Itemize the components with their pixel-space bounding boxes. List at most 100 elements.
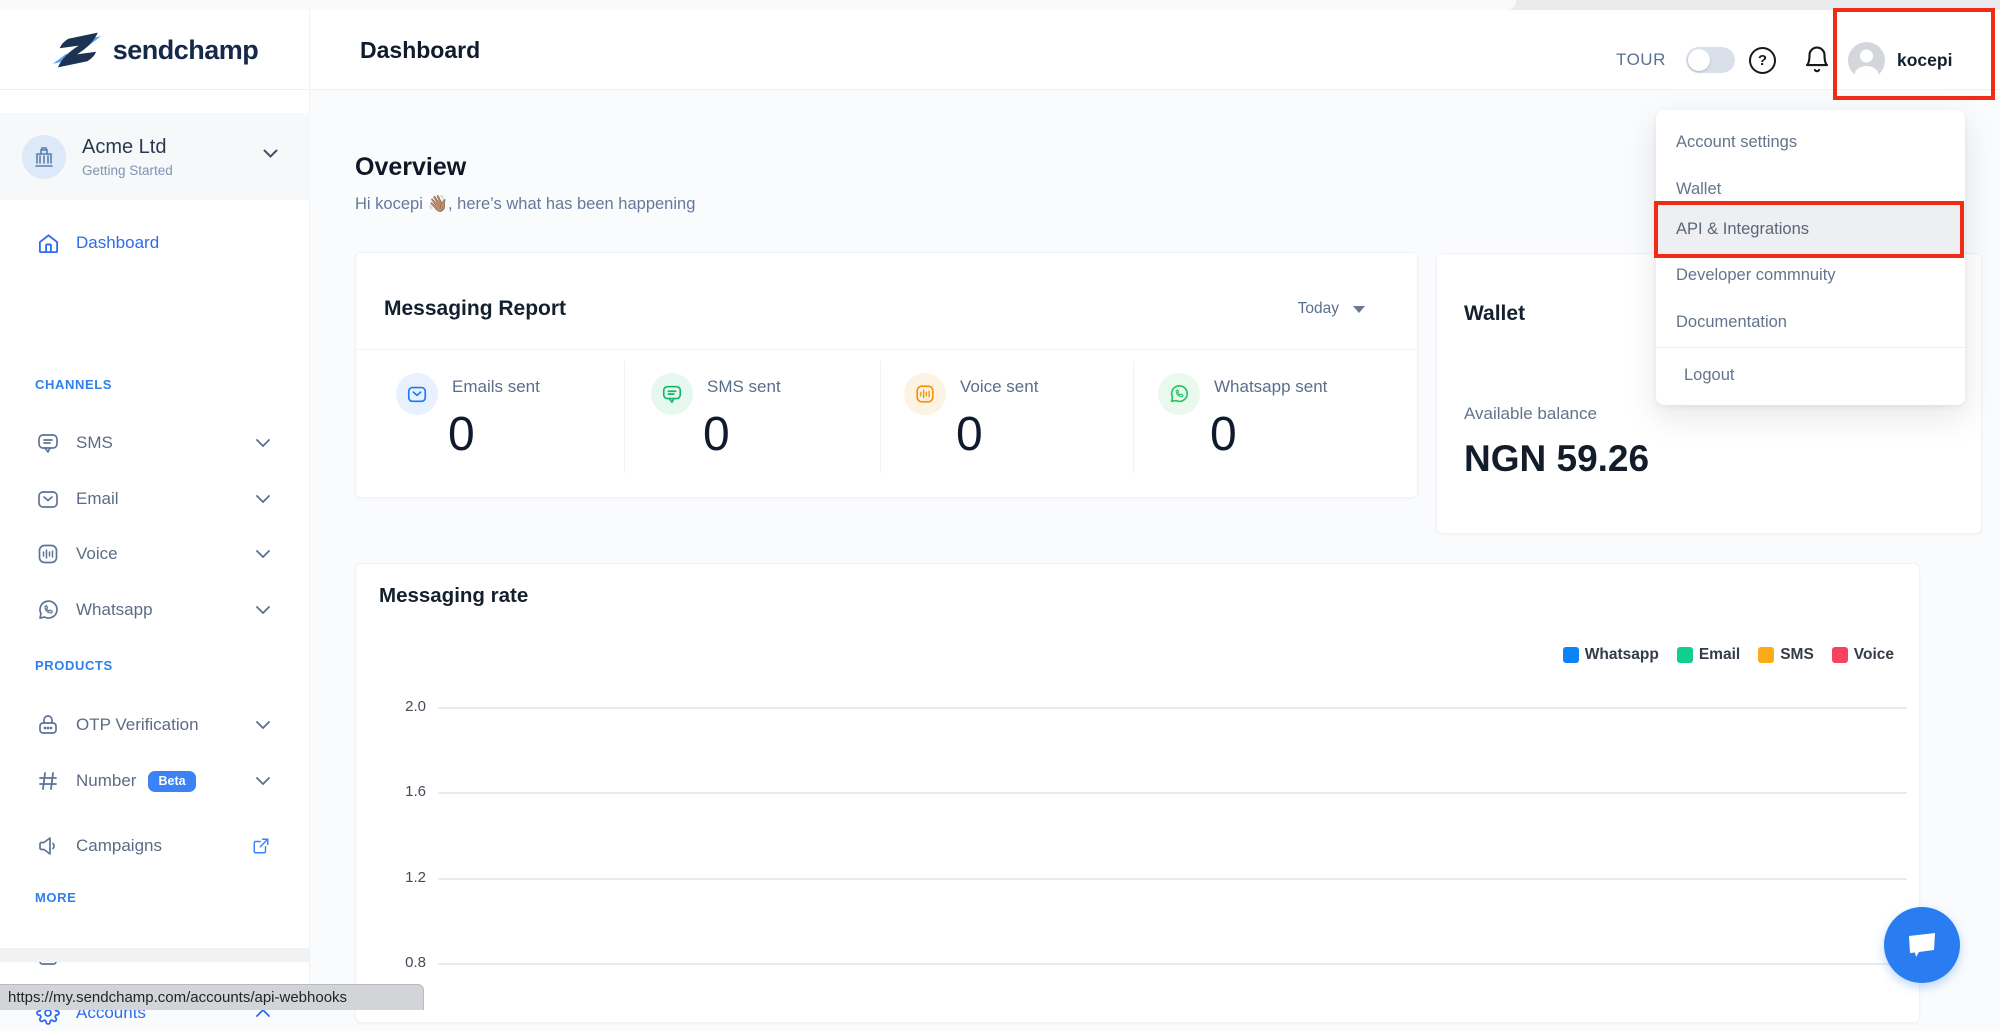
- gridline: [438, 878, 1907, 880]
- y-tick-label: 1.6: [381, 783, 426, 800]
- available-balance-label: Available balance: [1464, 404, 1597, 424]
- legend-item-email: Email: [1677, 646, 1740, 664]
- hash-icon: [35, 769, 61, 793]
- legend-swatch: [1758, 647, 1774, 663]
- messaging-rate-card: Messaging rate Whatsapp Email SMS Voice …: [355, 563, 1920, 1023]
- sidebar-item-label: OTP Verification: [76, 715, 199, 735]
- browser-tab-edge: [0, 0, 1516, 10]
- app-header: sendchamp Dashboard TOUR ? kocepi: [0, 10, 2000, 90]
- chat-widget-button[interactable]: [1884, 907, 1960, 983]
- menu-item-api-integrations[interactable]: API & Integrations: [1656, 203, 1965, 255]
- divider: [356, 349, 1417, 350]
- voice-icon: [35, 542, 61, 566]
- chevron-down-icon: [256, 439, 270, 447]
- brand-wordmark: sendchamp: [113, 35, 259, 66]
- divider: [1133, 361, 1134, 473]
- username: kocepi: [1897, 50, 1952, 71]
- stat-label: Voice sent: [960, 377, 1038, 397]
- divider: [880, 361, 881, 473]
- org-building-icon: [22, 135, 66, 179]
- sendchamp-logo-icon: [51, 28, 103, 72]
- overview-title: Overview: [355, 153, 466, 182]
- home-icon: [35, 232, 61, 255]
- overview-greeting: Hi kocepi 👋🏽, here’s what has been happe…: [355, 195, 695, 214]
- help-icon[interactable]: ?: [1749, 47, 1776, 74]
- sidebar-item-label: Campaigns: [76, 836, 162, 856]
- voice-stat-icon: [904, 373, 946, 415]
- sidebar-item-sms[interactable]: SMS: [0, 425, 310, 461]
- period-value: Today: [1298, 300, 1339, 318]
- sidebar-item-otp-verification[interactable]: OTP Verification: [0, 707, 310, 743]
- chart-grid-row: 0.8: [356, 963, 1919, 965]
- stat-emails-sent: Emails sent 0: [396, 363, 646, 483]
- sidebar-submenu-edge: [0, 948, 309, 962]
- divider: [1656, 347, 1965, 348]
- tour-label: TOUR: [1616, 50, 1666, 70]
- sidebar-item-dashboard[interactable]: Dashboard: [0, 225, 310, 261]
- avatar: [1848, 42, 1885, 79]
- stat-label: Whatsapp sent: [1214, 377, 1327, 397]
- sidebar-item-label: Dashboard: [76, 233, 159, 253]
- sidebar-item-whatsapp[interactable]: Whatsapp: [0, 592, 310, 628]
- sms-icon: [35, 431, 61, 455]
- stat-sms-sent: SMS sent 0: [651, 363, 901, 483]
- menu-item-documentation[interactable]: Documentation: [1656, 300, 1965, 344]
- chevron-down-icon: [256, 606, 270, 614]
- chart-legend: Whatsapp Email SMS Voice: [1563, 646, 1894, 664]
- org-subtitle: Getting Started: [82, 163, 173, 178]
- legend-swatch: [1563, 647, 1579, 663]
- stat-value: 0: [703, 407, 730, 462]
- stat-voice-sent: Voice sent 0: [904, 363, 1154, 483]
- chevron-down-icon: [263, 149, 278, 158]
- menu-item-account-settings[interactable]: Account settings: [1656, 120, 1965, 164]
- external-link-icon: [252, 837, 270, 855]
- org-name: Acme Ltd: [82, 136, 173, 159]
- chevron-down-icon: [256, 495, 270, 503]
- sidebar: Acme Ltd Getting Started Dashboard CHANN…: [0, 90, 310, 1010]
- chat-bubble-icon: [1903, 928, 1941, 962]
- sidebar-item-number[interactable]: Number Beta: [0, 763, 310, 799]
- legend-label: Voice: [1854, 646, 1894, 664]
- sidebar-item-email[interactable]: Email: [0, 481, 310, 517]
- y-tick-label: 1.2: [381, 869, 426, 886]
- wallet-card-title: Wallet: [1464, 302, 1525, 326]
- whatsapp-icon: [35, 598, 61, 622]
- legend-swatch: [1677, 647, 1693, 663]
- sidebar-item-label: SMS: [76, 433, 113, 453]
- stat-label: Emails sent: [452, 377, 540, 397]
- stat-label: SMS sent: [707, 377, 781, 397]
- legend-item-whatsapp: Whatsapp: [1563, 646, 1659, 664]
- legend-item-sms: SMS: [1758, 646, 1814, 664]
- brand-logo-area[interactable]: sendchamp: [0, 10, 310, 90]
- menu-item-developer-community[interactable]: Developer commnuity: [1656, 253, 1965, 297]
- sidebar-item-voice[interactable]: Voice: [0, 536, 310, 572]
- email-icon: [35, 487, 61, 511]
- sms-stat-icon: [651, 373, 693, 415]
- available-balance-value: NGN 59.26: [1464, 438, 1649, 480]
- messaging-rate-title: Messaging rate: [379, 584, 528, 608]
- menu-item-logout[interactable]: Logout: [1656, 353, 1965, 397]
- sidebar-section-products: PRODUCTS: [35, 658, 113, 673]
- sidebar-section-more: MORE: [35, 890, 76, 905]
- sidebar-item-label: Whatsapp: [76, 600, 153, 620]
- legend-item-voice: Voice: [1832, 646, 1894, 664]
- beta-badge: Beta: [148, 771, 195, 792]
- legend-label: Email: [1699, 646, 1740, 664]
- legend-label: Whatsapp: [1585, 646, 1659, 664]
- notifications-bell-icon[interactable]: [1802, 45, 1832, 75]
- org-switcher[interactable]: Acme Ltd Getting Started: [0, 113, 310, 200]
- chevron-down-icon: [256, 777, 270, 785]
- toggle-knob: [1688, 49, 1710, 71]
- tour-toggle[interactable]: [1686, 47, 1735, 73]
- sidebar-item-campaigns[interactable]: Campaigns: [0, 828, 310, 864]
- user-menu-button[interactable]: kocepi: [1848, 38, 1988, 82]
- gridline: [438, 707, 1907, 709]
- megaphone-icon: [35, 834, 61, 858]
- status-bar-url: https://my.sendchamp.com/accounts/api-we…: [0, 984, 424, 1010]
- email-stat-icon: [396, 373, 438, 415]
- browser-chrome-strip: [0, 0, 2000, 10]
- period-select[interactable]: Today: [1298, 300, 1365, 318]
- user-dropdown-menu: Account settings Wallet API & Integratio…: [1656, 110, 1965, 405]
- divider: [624, 361, 625, 473]
- gridline: [438, 792, 1907, 794]
